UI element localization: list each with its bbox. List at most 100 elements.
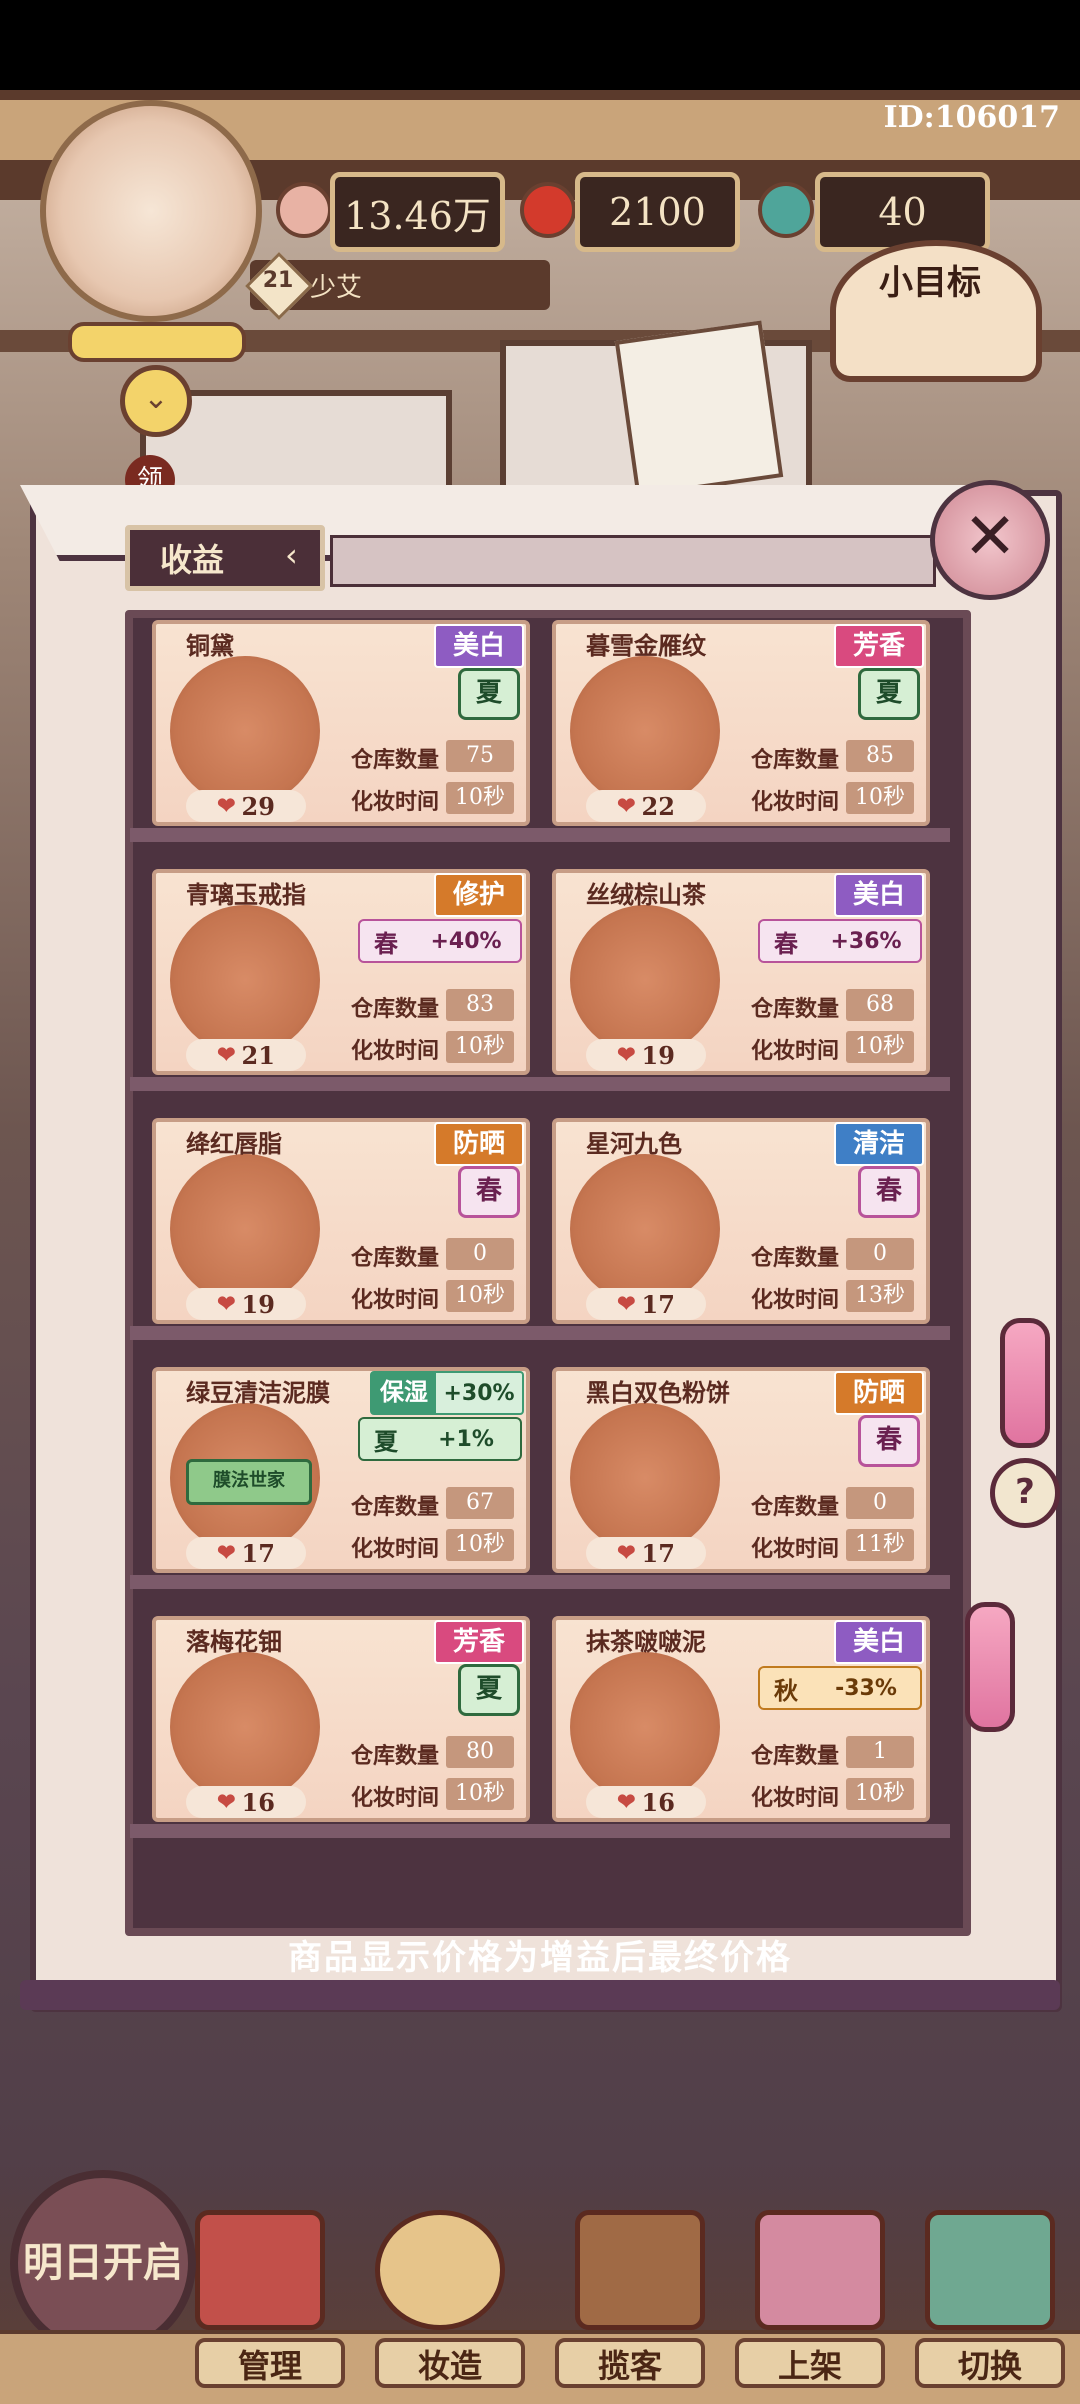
heart-coin-icon	[276, 182, 332, 238]
item-card[interactable]: 落梅花钿 芳香夏仓库数量 80 化妆时间 10秒 ❤ 16	[152, 1616, 530, 1822]
chevron-down-icon[interactable]: ⌄	[120, 365, 192, 437]
apple-icon	[520, 182, 576, 238]
price-note: 商品显示价格为增益后最终价格	[288, 1938, 792, 1978]
heart-coin-icon: ❤	[617, 1540, 636, 1566]
item-name: 青璃玉戒指	[186, 880, 306, 909]
heart-coin-icon: ❤	[217, 793, 236, 819]
effect-tag: 美白	[434, 624, 524, 668]
item-card[interactable]: 星河九色 清洁春仓库数量 0 化妆时间 13秒 ❤ 17	[552, 1118, 930, 1324]
side-scroll-knob[interactable]	[965, 1602, 1015, 1732]
season-label: 春	[774, 929, 798, 958]
tab-strip	[330, 535, 936, 587]
stock-label: 仓库数量	[351, 1744, 440, 1769]
close-icon[interactable]: ✕	[930, 480, 1050, 600]
season-label: 秋	[774, 1676, 798, 1705]
heart-coin-icon: ❤	[617, 793, 636, 819]
time-label: 化妆时间	[351, 1786, 440, 1811]
panel-base	[20, 1980, 1060, 2010]
effect-tag: 美白	[834, 873, 924, 917]
stock-value: 85	[846, 740, 914, 772]
item-name: 绛红唇脂	[186, 1129, 282, 1158]
stock-label: 仓库数量	[351, 748, 440, 773]
item-card[interactable]: 暮雪金雁纹 芳香夏仓库数量 85 化妆时间 10秒 ❤ 22	[552, 620, 930, 826]
effect-tag: 防晒	[834, 1371, 924, 1415]
price-value: 16	[241, 1787, 275, 1817]
item-card[interactable]: 绛红唇脂 防晒春仓库数量 0 化妆时间 10秒 ❤ 19	[152, 1118, 530, 1324]
item-price: ❤ 17	[186, 1537, 306, 1569]
nav-attract[interactable]: 揽客	[555, 2338, 705, 2388]
heart-coin-icon: ❤	[217, 1042, 236, 1068]
shelf-divider	[130, 828, 950, 842]
price-value: 19	[241, 1289, 275, 1319]
item-card[interactable]: 青璃玉戒指 修护 春 +40% 仓库数量 83 化妆时间 10秒 ❤ 21	[152, 869, 530, 1075]
item-card[interactable]: 丝绒棕山茶 美白 春 +36% 仓库数量 68 化妆时间 10秒 ❤ 19	[552, 869, 930, 1075]
jade-icon	[758, 182, 814, 238]
effect-tag: 芳香	[434, 1620, 524, 1664]
item-card[interactable]: 膜法世家 绿豆清洁泥膜 保湿 +30% 夏 +1% 仓库数量 67 化妆时间 10秒 ❤ 1…	[152, 1367, 530, 1573]
item-name: 落梅花钿	[186, 1627, 282, 1656]
time-label: 化妆时间	[751, 1786, 840, 1811]
item-name: 星河九色	[586, 1129, 682, 1158]
side-scroll-knob[interactable]	[1000, 1318, 1050, 1448]
makeup-icon[interactable]	[375, 2210, 505, 2330]
chevron-left-icon[interactable]: ‹	[285, 536, 298, 574]
stock-label: 仓库数量	[351, 1495, 440, 1520]
season-bonus-value: +36%	[830, 928, 902, 954]
effect-tag: 修护	[434, 873, 524, 917]
effect-tag-label: 保湿	[372, 1373, 436, 1413]
stock-value: 0	[446, 1238, 514, 1270]
season-bonus-value: +1%	[438, 1426, 494, 1452]
stock-value: 75	[446, 740, 514, 772]
resource-coins: 13.46万	[330, 172, 505, 252]
effect-tag: 美白	[834, 1620, 924, 1664]
signpost-icon[interactable]	[575, 2210, 705, 2330]
time-label: 化妆时间	[351, 1537, 440, 1562]
powder-jar-icon	[170, 656, 320, 806]
shelf-icon[interactable]	[755, 2210, 885, 2330]
item-card[interactable]: 抹茶啵啵泥 美白 秋 -33% 仓库数量 1 化妆时间 10秒 ❤ 16	[552, 1616, 930, 1822]
shelf-divider	[130, 1575, 950, 1589]
resource-jade: 40	[815, 172, 990, 252]
price-value: 17	[641, 1289, 675, 1319]
nav-shelve[interactable]: 上架	[735, 2338, 885, 2388]
player-avatar[interactable]	[40, 100, 262, 322]
stock-value: 80	[446, 1736, 514, 1768]
season-label: 夏	[858, 668, 920, 720]
hanging-sign	[614, 320, 784, 498]
help-button[interactable]: ?	[990, 1458, 1060, 1528]
manage-icon[interactable]	[195, 2210, 325, 2330]
tomorrow-open-badge[interactable]: 明日开启	[10, 2170, 196, 2356]
time-label: 化妆时间	[751, 1288, 840, 1313]
stock-label: 仓库数量	[351, 997, 440, 1022]
season-label: 春	[458, 1166, 520, 1218]
goal-label: 小目标	[879, 263, 981, 303]
nav-switch[interactable]: 切换	[915, 2338, 1065, 2388]
shelf-divider	[130, 1326, 950, 1340]
shelf-divider	[130, 1824, 950, 1838]
plum-blossom-icon	[170, 1652, 320, 1802]
season-label: 春	[858, 1166, 920, 1218]
season-bonus-value: -33%	[835, 1675, 897, 1701]
item-card[interactable]: 黑白双色粉饼 防晒春仓库数量 0 化妆时间 11秒 ❤ 17	[552, 1367, 930, 1573]
map-icon[interactable]	[925, 2210, 1055, 2330]
nav-manage[interactable]: 管理	[195, 2338, 345, 2388]
compact-icon	[570, 1154, 720, 1304]
nav-makeup[interactable]: 妆造	[375, 2338, 525, 2388]
price-value: 16	[641, 1787, 675, 1817]
time-label: 化妆时间	[351, 790, 440, 815]
feather-ornament-icon	[570, 656, 720, 806]
season-label: 夏	[374, 1427, 398, 1456]
item-price: ❤ 17	[586, 1288, 706, 1320]
heart-coin-icon: ❤	[617, 1789, 636, 1815]
time-label: 化妆时间	[751, 1039, 840, 1064]
stock-label: 仓库数量	[751, 1495, 840, 1520]
heart-coin-icon: ❤	[217, 1540, 236, 1566]
price-value: 21	[241, 1040, 275, 1070]
item-price: ❤ 21	[186, 1039, 306, 1071]
item-card[interactable]: 铜黛 美白夏仓库数量 75 化妆时间 10秒 ❤ 29	[152, 620, 530, 826]
heart-coin-icon: ❤	[217, 1291, 236, 1317]
stock-label: 仓库数量	[751, 1246, 840, 1271]
stock-label: 仓库数量	[751, 1744, 840, 1769]
lip-balm-icon	[170, 1154, 320, 1304]
item-name: 暮雪金雁纹	[586, 631, 706, 660]
